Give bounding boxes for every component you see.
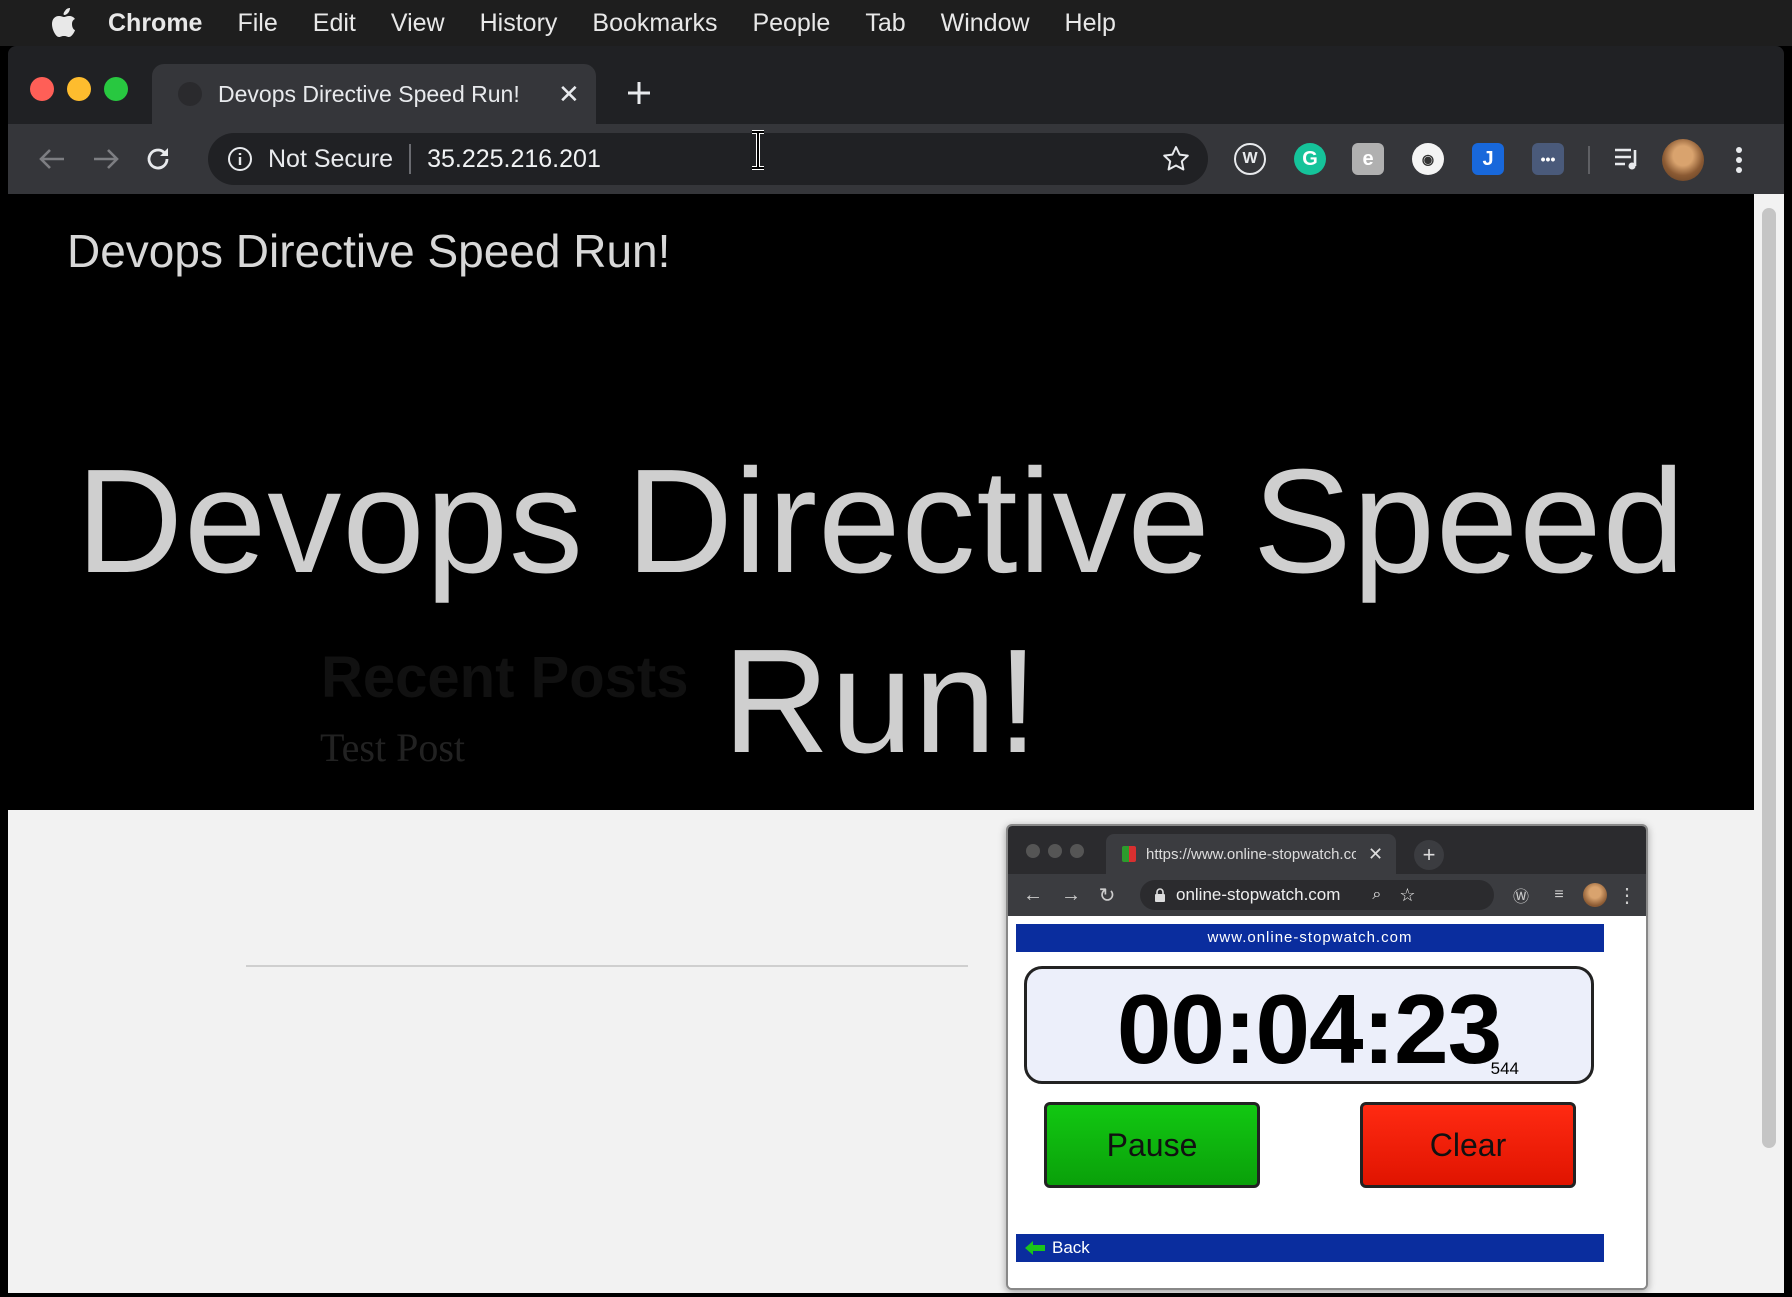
stopwatch-url: online-stopwatch.com [1176,885,1341,904]
stopwatch-close-dot[interactable] [1026,844,1040,858]
page-scrollbar[interactable] [1754,194,1784,1293]
stopwatch-window: https://www.online-stopwatch.com ✕ + ← →… [1006,824,1648,1290]
url-text[interactable]: 35.225.216.201 [427,145,601,174]
apple-menu-icon[interactable] [44,8,84,38]
bookmark-star-icon[interactable] [1160,143,1192,175]
eye-extension-icon[interactable]: ◉ [1412,143,1444,175]
tab-title: Devops Directive Speed Run! [218,80,520,107]
hero-banner: Devops Directive Speed Run! Devops Direc… [8,194,1754,810]
address-separator [409,144,412,174]
clear-button[interactable]: Clear [1360,1102,1576,1188]
reload-icon [147,148,169,170]
menu-history[interactable]: History [480,9,558,38]
stopwatch-toolbar: ← → ↻ online-stopwatch.com ⌕ ☆ Ⓦ ≡ ⋮ [1008,874,1646,916]
menu-edit[interactable]: Edit [313,9,356,38]
info-icon[interactable] [226,145,254,173]
stopwatch-star-icon[interactable]: ☆ [1399,885,1415,906]
hero-heading-line2: Run! [722,619,1040,784]
menu-people[interactable]: People [752,9,830,38]
scrollbar-thumb[interactable] [1762,208,1776,1148]
new-tab-button[interactable] [614,68,664,118]
tab-strip: Devops Directive Speed Run! ✕ [8,46,1784,124]
pause-button[interactable]: Pause [1044,1102,1260,1188]
lock-icon [1155,888,1165,902]
more-menu-icon[interactable] [1724,143,1754,177]
menu-chrome[interactable]: Chrome [108,9,202,38]
stopwatch-new-tab-button[interactable]: + [1414,840,1444,870]
tab-close-icon[interactable]: ✕ [558,79,580,110]
menu-view[interactable]: View [391,9,445,38]
jira-icon[interactable]: J [1472,143,1504,175]
content-divider [246,965,968,967]
menu-help[interactable]: Help [1065,9,1116,38]
active-tab[interactable]: Devops Directive Speed Run! ✕ [152,64,596,124]
evernote-icon[interactable]: e [1352,143,1384,175]
reload-button[interactable] [138,139,178,179]
forward-button[interactable] [86,139,126,179]
menu-bookmarks[interactable]: Bookmarks [592,9,717,38]
stopwatch-favicon-icon [1122,846,1136,862]
stopwatch-page: www.online-stopwatch.com 00:04:23 544 Pa… [1008,916,1646,1288]
more-extensions-icon[interactable]: ••• [1532,143,1564,175]
address-bar[interactable]: Not Secure 35.225.216.201 [208,133,1208,185]
stopwatch-reload-icon[interactable]: ↻ [1094,882,1120,908]
hero-heading: Devops Directive Speed Run! [68,432,1694,792]
recent-posts-heading: Recent Posts [321,645,689,710]
zoom-window-button[interactable] [104,77,128,101]
site-title[interactable]: Devops Directive Speed Run! [67,224,670,278]
security-label: Not Secure [268,144,394,173]
wordpress-icon[interactable]: W [1234,143,1266,175]
menu-tab[interactable]: Tab [865,9,905,38]
search-icon[interactable]: ⌕ [1372,886,1381,904]
stopwatch-tab-strip: https://www.online-stopwatch.com ✕ + [1008,826,1646,874]
back-label: Back [1052,1238,1090,1257]
media-control-icon[interactable] [1612,143,1644,175]
stopwatch-back-arrow-icon[interactable]: ← [1020,882,1046,908]
menu-file[interactable]: File [237,9,277,38]
arrow-right-icon [94,149,119,169]
stopwatch-avatar[interactable] [1582,882,1608,908]
stopwatch-milliseconds: 544 [1490,1059,1519,1078]
stopwatch-tab-close-icon[interactable]: ✕ [1368,844,1383,865]
post-link[interactable]: Test Post [320,724,465,771]
profile-avatar[interactable] [1662,139,1704,181]
stopwatch-menu-icon[interactable]: ⋮ [1614,882,1640,908]
text-cursor-icon [752,130,764,170]
stopwatch-forward-arrow-icon[interactable]: → [1058,882,1084,908]
hero-heading-line1: Devops Directive Speed [76,439,1686,604]
macos-menubar: Chrome File Edit View History Bookmarks … [0,0,1792,46]
green-back-arrow-icon [1025,1241,1045,1255]
stopwatch-tab-title: https://www.online-stopwatch.com [1146,845,1356,863]
grammarly-icon[interactable]: G [1294,143,1326,175]
stopwatch-minimize-dot[interactable] [1048,844,1062,858]
stopwatch-site-banner[interactable]: www.online-stopwatch.com [1016,924,1604,952]
menu-window[interactable]: Window [941,9,1030,38]
back-button[interactable] [32,139,72,179]
tab-favicon-icon [178,82,202,106]
stopwatch-display: 00:04:23 544 [1024,966,1594,1084]
minimize-window-button[interactable] [67,77,91,101]
plus-icon [628,82,650,104]
browser-toolbar: Not Secure 35.225.216.201 W G e ◉ J ••• [8,124,1784,194]
stopwatch-tab[interactable]: https://www.online-stopwatch.com ✕ [1106,834,1396,874]
stopwatch-wordpress-icon[interactable]: Ⓦ [1508,882,1534,908]
arrow-left-icon [39,149,64,169]
back-link[interactable]: Back [1016,1234,1604,1262]
stopwatch-address-bar[interactable]: online-stopwatch.com ⌕ ☆ [1140,880,1494,910]
toolbar-separator [1588,146,1590,174]
close-window-button[interactable] [30,77,54,101]
stopwatch-media-icon[interactable]: ≡ [1546,882,1572,908]
stopwatch-zoom-dot[interactable] [1070,844,1084,858]
